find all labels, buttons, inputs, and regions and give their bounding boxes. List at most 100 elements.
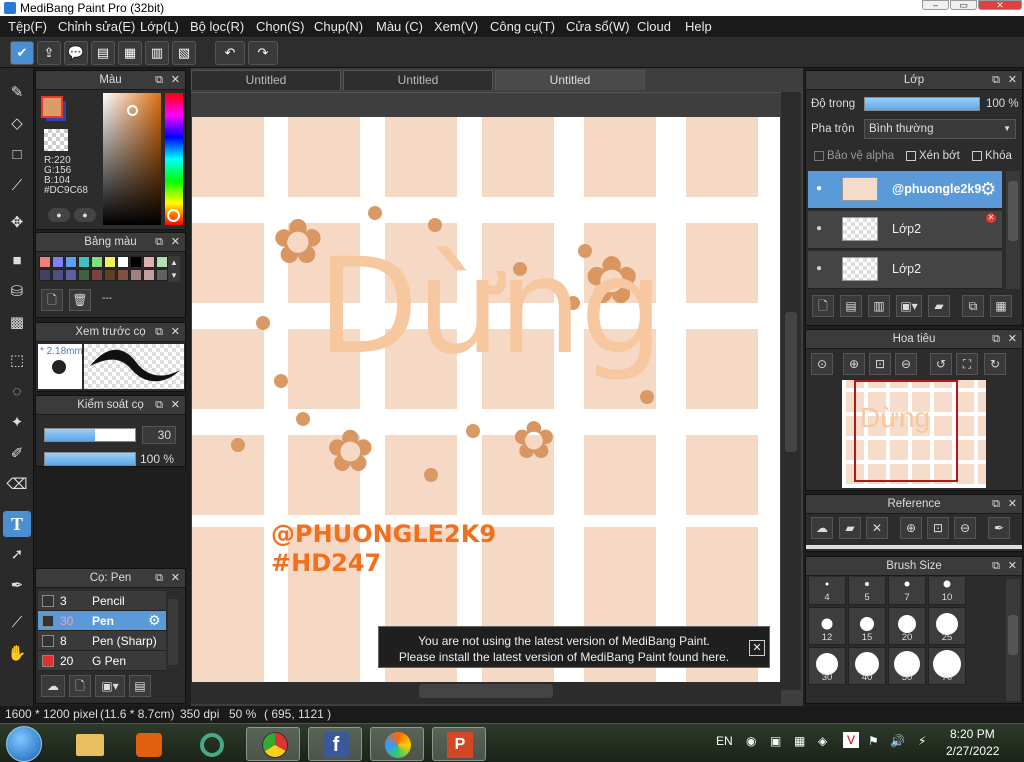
lock-checkbox[interactable]: Khóa <box>972 150 1012 162</box>
saturation-value-picker[interactable] <box>103 93 161 225</box>
brush-tool-icon[interactable]: ✎ <box>3 80 31 106</box>
grid-icon[interactable]: ▥ <box>145 41 169 65</box>
brush-size-option[interactable]: 5 <box>848 577 886 605</box>
close-button[interactable]: ✕ <box>978 0 1022 10</box>
brush-size-option[interactable]: 4 <box>808 577 846 605</box>
redo-icon[interactable]: ↷ <box>248 41 278 65</box>
close-icon[interactable]: ✕ <box>171 569 180 588</box>
magic-wand-icon[interactable]: ✦ <box>3 410 31 436</box>
zoom-in-icon[interactable]: ⊕ <box>843 353 865 375</box>
media-player-icon[interactable] <box>122 727 176 761</box>
clock-time[interactable]: 8:20 PM <box>950 727 995 741</box>
popout-icon[interactable]: ⧉ <box>155 396 163 415</box>
close-icon[interactable]: ✕ <box>866 517 888 539</box>
undo-icon[interactable]: ↶ <box>215 41 245 65</box>
popout-icon[interactable]: ⧉ <box>155 323 163 342</box>
palette-swatch[interactable] <box>117 269 129 281</box>
eye-icon[interactable]: ● <box>816 183 822 194</box>
rotate-left-icon[interactable]: ↺ <box>930 353 952 375</box>
check-icon[interactable]: ✔ <box>10 41 34 65</box>
select-rect-icon[interactable]: ⬚ <box>3 348 31 374</box>
brush-size-option[interactable]: 7 <box>888 577 926 605</box>
brush-size-option[interactable]: 25 <box>928 607 966 645</box>
menu-window[interactable]: Cửa sổ(W) <box>566 19 630 34</box>
blend-mode-select[interactable]: Bình thường ▼ <box>864 119 1016 139</box>
flag-tray-icon[interactable]: ⚑ <box>868 734 879 748</box>
open-folder-icon[interactable]: ▰ <box>839 517 861 539</box>
drawing-canvas[interactable]: ✿ ✿ ✿ ✿ Dừng @PHUONGLE2K9 #HD247 <box>192 117 780 682</box>
menu-layer[interactable]: Lớp(L) <box>140 19 179 34</box>
merge-icon[interactable]: ▦ <box>990 295 1012 317</box>
powerpoint-icon[interactable]: P <box>432 727 486 761</box>
eraser-tool-icon[interactable]: ◇ <box>3 111 31 137</box>
brush-item[interactable]: 20 G Pen <box>38 651 166 671</box>
new-halftone-layer-icon[interactable]: ▤ <box>840 295 862 317</box>
horizontal-scrollbar[interactable] <box>191 680 781 704</box>
popout-icon[interactable]: ⧉ <box>992 557 1000 576</box>
layer-row[interactable]: ● @phuongle2k9 ⚙ <box>808 171 1002 209</box>
fill-rect-tool-icon[interactable]: ■ <box>3 248 31 274</box>
operation-tool-icon[interactable]: ➚ <box>3 542 31 568</box>
palette-swatch[interactable] <box>143 269 155 281</box>
brush-item[interactable]: 3 Pencil <box>38 591 166 611</box>
close-icon[interactable]: ✕ <box>1008 557 1017 576</box>
protect-alpha-checkbox[interactable]: Bảo vệ alpha <box>814 150 894 162</box>
transparent-swatch[interactable] <box>44 129 68 151</box>
menu-filter[interactable]: Bộ lọc(R) <box>190 19 244 34</box>
layer-opacity-slider[interactable] <box>864 97 980 111</box>
zoom-out-icon[interactable]: ⊖ <box>895 353 917 375</box>
palette-swatch[interactable] <box>65 269 77 281</box>
tab-2[interactable]: Untitled <box>343 70 493 90</box>
brush-item[interactable]: 30 Pen ⚙ <box>38 611 166 631</box>
line-tool-icon[interactable]: ⟋ <box>3 173 31 199</box>
eyedropper-icon[interactable]: ⟋ <box>3 610 31 636</box>
vietkey-tray-icon[interactable]: V <box>843 732 859 748</box>
brush-size-value[interactable]: 30 <box>142 426 176 444</box>
close-icon[interactable]: ✕ <box>171 233 180 252</box>
tab-3[interactable]: Untitled <box>495 70 645 90</box>
layer-scroll-thumb[interactable] <box>1008 181 1018 241</box>
layer-scrollbar[interactable] <box>1006 171 1020 289</box>
eye-icon[interactable]: ● <box>816 223 822 234</box>
bucket-tool-icon[interactable]: ⛁ <box>3 279 31 305</box>
reference-view[interactable] <box>806 545 1022 549</box>
new-8bit-layer-icon[interactable]: ▥ <box>868 295 890 317</box>
palette-swatch[interactable] <box>156 269 168 281</box>
brush-size-option[interactable]: 50 <box>888 647 926 685</box>
fit-screen-icon[interactable]: ⊡ <box>869 353 891 375</box>
new-brush-icon[interactable]: 🗋 <box>69 675 91 697</box>
menu-edit[interactable]: Chỉnh sửa(E) <box>58 19 135 34</box>
menu-select[interactable]: Chọn(S) <box>256 19 304 34</box>
color-tool-icon[interactable]: ● <box>48 208 70 222</box>
eyedropper-icon[interactable]: ✒ <box>988 517 1010 539</box>
close-icon[interactable]: ✕ <box>171 71 180 90</box>
clip-checkbox[interactable]: Xén bớt <box>906 150 960 162</box>
brush-size-option[interactable]: 15 <box>848 607 886 645</box>
menu-file[interactable]: Tệp(F) <box>8 19 47 34</box>
menu-help[interactable]: Help <box>685 19 712 34</box>
menu-view[interactable]: Xem(V) <box>434 19 478 34</box>
power-tray-icon[interactable]: ⚡ <box>918 734 926 748</box>
brush-size-scrollbar[interactable] <box>1006 579 1020 701</box>
brush-menu-icon[interactable]: ▣▾ <box>95 675 125 697</box>
popout-icon[interactable]: ⧉ <box>155 569 163 588</box>
zoom-out-icon[interactable]: ⊖ <box>954 517 976 539</box>
duplicate-icon[interactable]: ⧉ <box>962 295 984 317</box>
palette-swatch[interactable] <box>91 256 103 268</box>
update-notification[interactable]: You are not using the latest version of … <box>378 626 770 668</box>
settings-grid-icon[interactable]: ▧ <box>172 41 196 65</box>
close-icon[interactable]: ✕ <box>1008 495 1017 514</box>
gear-icon[interactable]: ⚙ <box>148 612 161 629</box>
rotate-right-icon[interactable]: ↻ <box>984 353 1006 375</box>
brush-size-option[interactable]: 10 <box>928 577 966 605</box>
menu-capture[interactable]: Chụp(N) <box>314 19 363 34</box>
fit-screen-icon[interactable]: ⊡ <box>927 517 949 539</box>
eye-icon[interactable]: ● <box>816 263 822 274</box>
cloud-brush-icon[interactable]: ☁ <box>41 675 65 697</box>
close-icon[interactable]: ✕ <box>171 323 180 342</box>
color-tool-icon-2[interactable]: ● <box>74 208 96 222</box>
volume-tray-icon[interactable]: 🔊 <box>890 734 905 748</box>
tray-icon[interactable]: ◈ <box>818 734 827 748</box>
new-palette-icon[interactable]: 🗋 <box>41 289 63 311</box>
menu-cloud[interactable]: Cloud <box>637 19 671 34</box>
